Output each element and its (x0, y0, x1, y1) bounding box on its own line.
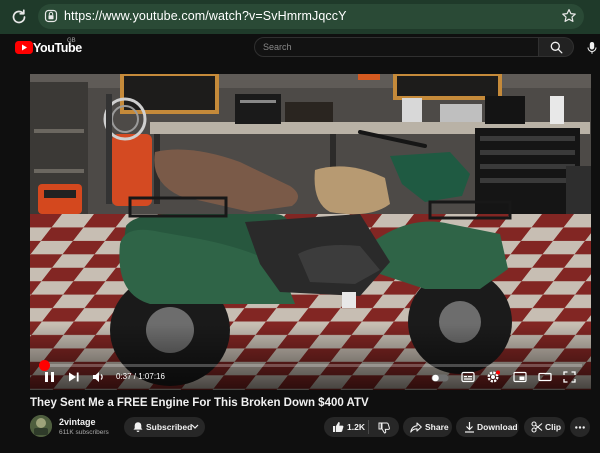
thumbs-up-icon (333, 422, 344, 432)
subscribed-button[interactable]: Subscribed (124, 417, 205, 437)
share-button[interactable]: Share (403, 417, 452, 437)
next-icon[interactable] (68, 371, 80, 383)
pause-icon[interactable] (44, 371, 55, 383)
settings-gear-icon[interactable] (486, 370, 500, 384)
controls-scrim (30, 324, 591, 390)
miniplayer-icon[interactable] (513, 371, 527, 383)
progress-bar[interactable] (38, 360, 582, 371)
share-icon (410, 422, 422, 433)
download-icon (465, 422, 474, 433)
scissors-icon (531, 421, 543, 433)
channel-avatar[interactable] (30, 415, 52, 437)
more-horizontal-icon (575, 426, 585, 429)
volume-icon[interactable] (92, 371, 105, 383)
lock-icon[interactable] (44, 9, 58, 23)
video-title: They Sent Me a FREE Engine For This Brok… (30, 397, 369, 409)
theater-mode-icon[interactable] (538, 371, 552, 383)
share-label: Share (425, 422, 449, 432)
star-icon[interactable] (561, 8, 577, 24)
search-button[interactable] (539, 37, 574, 57)
microphone-icon[interactable] (586, 41, 598, 55)
clip-label: Clip (545, 422, 562, 432)
download-button[interactable]: Download (456, 417, 519, 437)
address-url[interactable]: https://www.youtube.com/watch?v=SvHmrmJq… (64, 9, 347, 23)
search-box (254, 37, 539, 57)
chevron-down-icon (191, 424, 199, 429)
region-code: GB (67, 38, 76, 44)
progress-scrubber[interactable] (38, 360, 50, 371)
search-icon (550, 41, 563, 54)
time-total: 1:07:16 (138, 372, 165, 381)
reload-icon[interactable] (9, 7, 29, 27)
subtitles-icon[interactable] (461, 371, 475, 383)
time-display: 0:37 / 1:07:16 (116, 372, 165, 381)
like-count[interactable]: 1.2K (347, 422, 365, 432)
like-divider (368, 420, 369, 434)
clip-button[interactable]: Clip (524, 417, 565, 437)
channel-name[interactable]: 2vintage (59, 417, 96, 427)
fullscreen-icon[interactable] (563, 371, 576, 383)
subscriber-count: 611K subscribers (59, 429, 109, 436)
download-label: Download (477, 422, 518, 432)
more-actions-button[interactable] (570, 417, 590, 437)
search-input[interactable] (263, 40, 523, 54)
like-dislike-group: 1.2K (324, 417, 399, 437)
autoplay-toggle-icon[interactable] (431, 374, 449, 382)
bell-icon (133, 422, 143, 432)
video-player[interactable]: 0:37 / 1:07:16 (30, 74, 591, 390)
thumbs-down-icon (378, 422, 390, 434)
subscribed-label: Subscribed (146, 422, 193, 432)
time-current: 0:37 (116, 372, 132, 381)
